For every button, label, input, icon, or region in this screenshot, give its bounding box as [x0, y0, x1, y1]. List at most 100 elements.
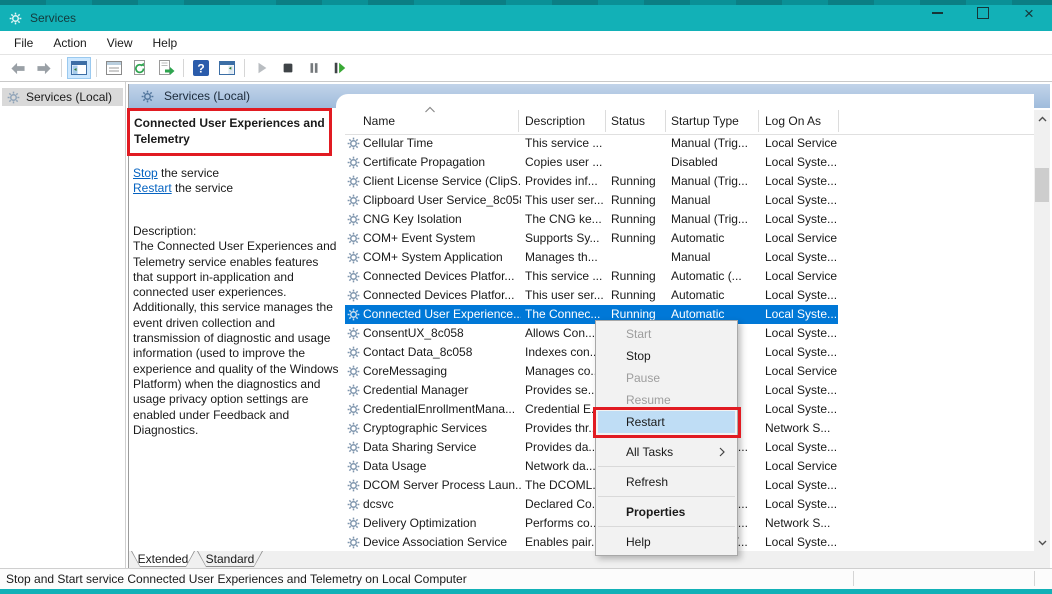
column-header-name[interactable]: Name — [363, 114, 395, 128]
table-row[interactable]: COM+ System ApplicationManages th...Manu… — [345, 248, 838, 267]
table-row[interactable]: CoreMessagingManages co...Local Service — [345, 362, 838, 381]
menu-item-file[interactable]: File — [4, 33, 43, 53]
column-divider[interactable] — [605, 110, 606, 132]
table-row[interactable]: COM+ Event SystemSupports Sy...RunningAu… — [345, 229, 838, 248]
menu-separator — [598, 496, 735, 497]
service-gear-icon — [347, 384, 360, 397]
cell-status: Running — [611, 174, 667, 188]
cell-description: The Connec... — [525, 307, 607, 321]
column-header-log-on-as[interactable]: Log On As — [765, 114, 821, 128]
table-row[interactable]: Credential ManagerProvides se...Local Sy… — [345, 381, 838, 400]
cell-name: Device Association Service — [363, 535, 521, 549]
service-gear-icon — [347, 422, 360, 435]
table-row[interactable]: Connected Devices Platfor...This service… — [345, 267, 838, 286]
table-row[interactable]: Connected Devices Platfor...This user se… — [345, 286, 838, 305]
chevron-up-icon — [1038, 116, 1047, 122]
cell-log-on-as: Local Syste... — [765, 288, 838, 302]
cell-log-on-as: Local Syste... — [765, 326, 838, 340]
scrollbar-thumb[interactable] — [1035, 168, 1049, 202]
cell-log-on-as: Local Syste... — [765, 345, 838, 359]
stop-service-link[interactable]: Stop — [133, 166, 158, 180]
list-rounded-corner — [336, 94, 1034, 108]
context-menu-item-refresh[interactable]: Refresh — [596, 471, 737, 493]
vertical-scrollbar[interactable] — [1034, 110, 1050, 551]
table-row[interactable]: Device Association ServiceEnables pair..… — [345, 533, 838, 552]
column-divider[interactable] — [665, 110, 666, 132]
title-bar: Services — [0, 5, 1052, 31]
cell-log-on-as: Local Service — [765, 269, 838, 283]
cell-name: Connected Devices Platfor... — [363, 269, 521, 283]
tab-label: Standard — [206, 552, 255, 566]
table-row[interactable]: CredentialEnrollmentMana...Credential E.… — [345, 400, 838, 419]
cell-status: Running — [611, 288, 667, 302]
export-list-button[interactable] — [154, 57, 178, 79]
table-row[interactable]: Delivery OptimizationPerforms co...Manua… — [345, 514, 838, 533]
service-gear-icon — [347, 460, 360, 473]
tab-standard[interactable]: Standard — [197, 551, 263, 567]
context-menu-item-stop[interactable]: Stop — [596, 345, 737, 367]
description-text: The Connected User Experiences and Telem… — [133, 239, 338, 437]
stop-service-button[interactable] — [276, 57, 300, 79]
properties-window-button[interactable] — [102, 57, 126, 79]
menu-item-view[interactable]: View — [97, 33, 143, 53]
context-menu-item-all-tasks[interactable]: All Tasks — [596, 441, 737, 463]
toolbar: ? — [0, 55, 1052, 81]
show-action-pane-button[interactable] — [215, 57, 239, 79]
cell-name: dcsvc — [363, 497, 521, 511]
export-list-icon — [158, 60, 175, 76]
table-row[interactable]: CNG Key IsolationThe CNG ke...RunningMan… — [345, 210, 838, 229]
cell-name: COM+ System Application — [363, 250, 521, 264]
column-divider[interactable] — [838, 110, 839, 132]
table-row[interactable]: Client License Service (ClipS...Provides… — [345, 172, 838, 191]
context-menu: StartStopPauseResumeRestartAll TasksRefr… — [595, 320, 738, 556]
table-row[interactable]: Clipboard User Service_8c058This user se… — [345, 191, 838, 210]
column-header-description[interactable]: Description — [525, 114, 585, 128]
services-gear-icon — [7, 91, 20, 104]
close-button[interactable]: × — [1006, 0, 1052, 26]
minimize-button[interactable] — [914, 0, 960, 26]
table-row[interactable]: Certificate PropagationCopies user ...Di… — [345, 153, 838, 172]
table-row-selected[interactable]: Connected User Experience...The Connec..… — [345, 305, 838, 324]
column-header-startup-type[interactable]: Startup Type — [671, 114, 739, 128]
services-gear-icon — [9, 12, 22, 25]
help-button[interactable]: ? — [189, 57, 213, 79]
cell-startup-type: Manual (Trig... — [671, 136, 761, 150]
table-row[interactable]: Data UsageNetwork da...Local Service — [345, 457, 838, 476]
refresh-icon — [132, 60, 148, 76]
cell-description: Provides inf... — [525, 174, 607, 188]
show-console-tree-button[interactable] — [67, 57, 91, 79]
restart-service-button[interactable] — [328, 57, 352, 79]
table-row[interactable]: dcsvcDeclared Co...Manual (Trig...Local … — [345, 495, 838, 514]
menu-item-help[interactable]: Help — [143, 33, 188, 53]
back-arrow-button[interactable] — [6, 57, 30, 79]
column-header-status[interactable]: Status — [611, 114, 645, 128]
table-row[interactable]: Contact Data_8c058Indexes con...Local Sy… — [345, 343, 838, 362]
column-divider[interactable] — [518, 110, 519, 132]
restart-service-link[interactable]: Restart — [133, 181, 172, 195]
context-menu-item-properties[interactable]: Properties — [596, 501, 737, 523]
tree-item-services-local[interactable]: Services (Local) — [2, 88, 123, 106]
refresh-button[interactable] — [128, 57, 152, 79]
pause-service-button[interactable] — [302, 57, 326, 79]
tab-extended[interactable]: Extended — [131, 551, 195, 567]
table-row[interactable]: Cellular TimeThis service ...Manual (Tri… — [345, 134, 838, 153]
column-divider[interactable] — [758, 110, 759, 132]
menu-item-action[interactable]: Action — [43, 33, 96, 53]
cell-log-on-as: Local Service — [765, 364, 838, 378]
start-service-button[interactable] — [250, 57, 274, 79]
cell-log-on-as: Local Syste... — [765, 478, 838, 492]
table-row[interactable]: DCOM Server Process Laun...The DCOML...L… — [345, 476, 838, 495]
service-gear-icon — [347, 213, 360, 226]
help-icon: ? — [193, 60, 209, 76]
table-row[interactable]: Cryptographic ServicesProvides thr...Net… — [345, 419, 838, 438]
scroll-up-button[interactable] — [1034, 110, 1050, 127]
table-row[interactable]: Data Sharing ServiceProvides da...Manual… — [345, 438, 838, 457]
table-row[interactable]: ConsentUX_8c058Allows Con...Local Syste.… — [345, 324, 838, 343]
forward-arrow-icon — [35, 61, 53, 76]
scroll-down-button[interactable] — [1034, 534, 1050, 551]
maximize-button[interactable] — [960, 0, 1006, 26]
cell-log-on-as: Network S... — [765, 516, 838, 530]
context-menu-item-help[interactable]: Help — [596, 531, 737, 553]
services-gear-icon — [141, 90, 154, 103]
forward-arrow-button[interactable] — [32, 57, 56, 79]
